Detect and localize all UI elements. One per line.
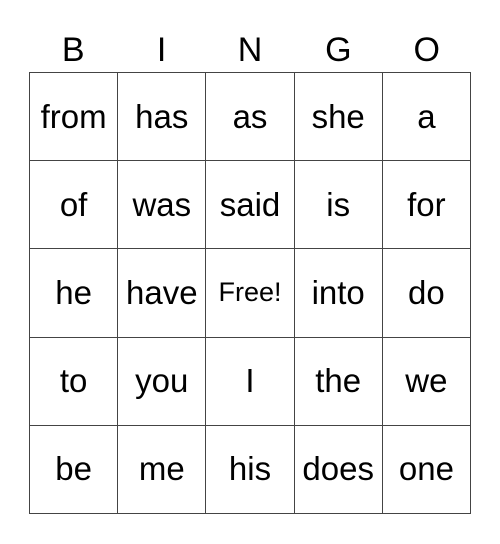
bingo-cell: from <box>30 73 119 162</box>
bingo-cell: he <box>30 249 119 338</box>
bingo-cell: you <box>118 337 207 426</box>
bingo-cell: to <box>30 337 119 426</box>
bingo-cell: the <box>294 337 383 426</box>
bingo-cell: one <box>382 425 471 514</box>
bingo-cell: do <box>382 249 471 338</box>
bingo-cell: me <box>118 425 207 514</box>
bingo-cell: I <box>206 337 295 426</box>
header-letter: B <box>61 31 85 69</box>
header-letter: I <box>156 31 167 69</box>
bingo-cell: has <box>118 73 207 162</box>
bingo-cell: was <box>118 161 207 250</box>
bingo-cell: is <box>294 161 383 250</box>
bingo-cell: as <box>206 73 295 162</box>
bingo-grid: from has as she a of was said is for he have Free! in… <box>29 72 471 514</box>
bingo-cell: for <box>382 161 471 250</box>
bingo-cell: a <box>382 73 471 162</box>
bingo-cell: into <box>294 249 383 338</box>
bingo-cell: she <box>294 73 383 162</box>
bingo-cell: does <box>294 425 383 514</box>
header-letter: O <box>413 31 440 69</box>
bingo-cell: have <box>118 249 207 338</box>
bingo-cell: be <box>30 425 119 514</box>
free-space-cell: Free! <box>206 249 295 338</box>
bingo-cell: said <box>206 161 295 250</box>
bingo-cell: of <box>30 161 119 250</box>
header-letter: N <box>237 31 263 69</box>
bingo-cell: we <box>382 337 471 426</box>
bingo-header: B I N G O <box>29 28 471 72</box>
bingo-cell: his <box>206 425 295 514</box>
header-letter: G <box>325 31 352 69</box>
